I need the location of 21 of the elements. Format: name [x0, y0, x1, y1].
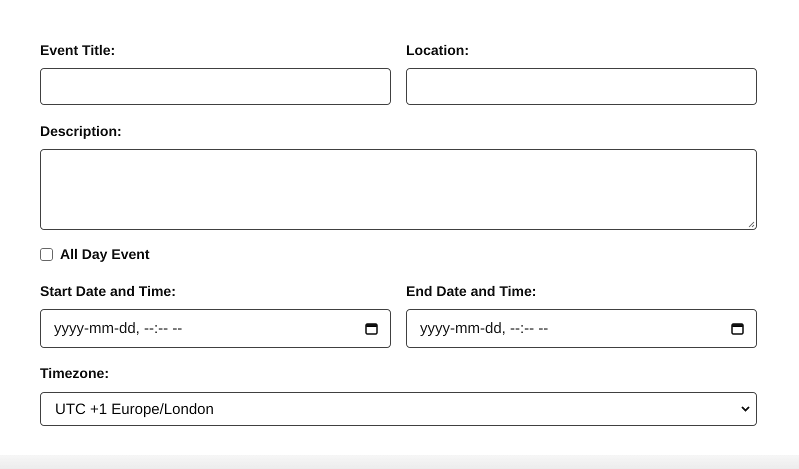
field-label: End Date and Time: — [406, 283, 536, 299]
field-label: Description: — [40, 123, 122, 139]
chevron-down-icon — [741, 406, 750, 412]
checkbox-label: All Day Event — [60, 246, 150, 262]
resize-grip-icon[interactable] — [748, 221, 755, 228]
placeholder-text: yyyy-mm-dd, --:-- -- — [54, 320, 182, 337]
calendar-icon[interactable] — [365, 322, 378, 335]
description-textarea[interactable] — [40, 149, 757, 230]
field-label: Event Title: — [40, 42, 116, 58]
event-title-input[interactable] — [40, 68, 391, 105]
placeholder-text: yyyy-mm-dd, --:-- -- — [420, 320, 548, 337]
field-label: Start Date and Time: — [40, 283, 176, 299]
calendar-icon[interactable] — [731, 322, 744, 335]
datetime-field[interactable]: yyyy-mm-dd, --:-- -- — [40, 309, 391, 348]
timezone-select[interactable]: UTC +1 Europe/London — [40, 392, 757, 426]
field-label: Location: — [406, 42, 469, 58]
checkbox[interactable] — [40, 248, 53, 260]
field-label: Timezone: — [40, 365, 109, 381]
location-input[interactable] — [406, 68, 757, 105]
select-value: UTC +1 Europe/London — [55, 400, 214, 418]
datetime-field[interactable]: yyyy-mm-dd, --:-- -- — [406, 309, 757, 348]
